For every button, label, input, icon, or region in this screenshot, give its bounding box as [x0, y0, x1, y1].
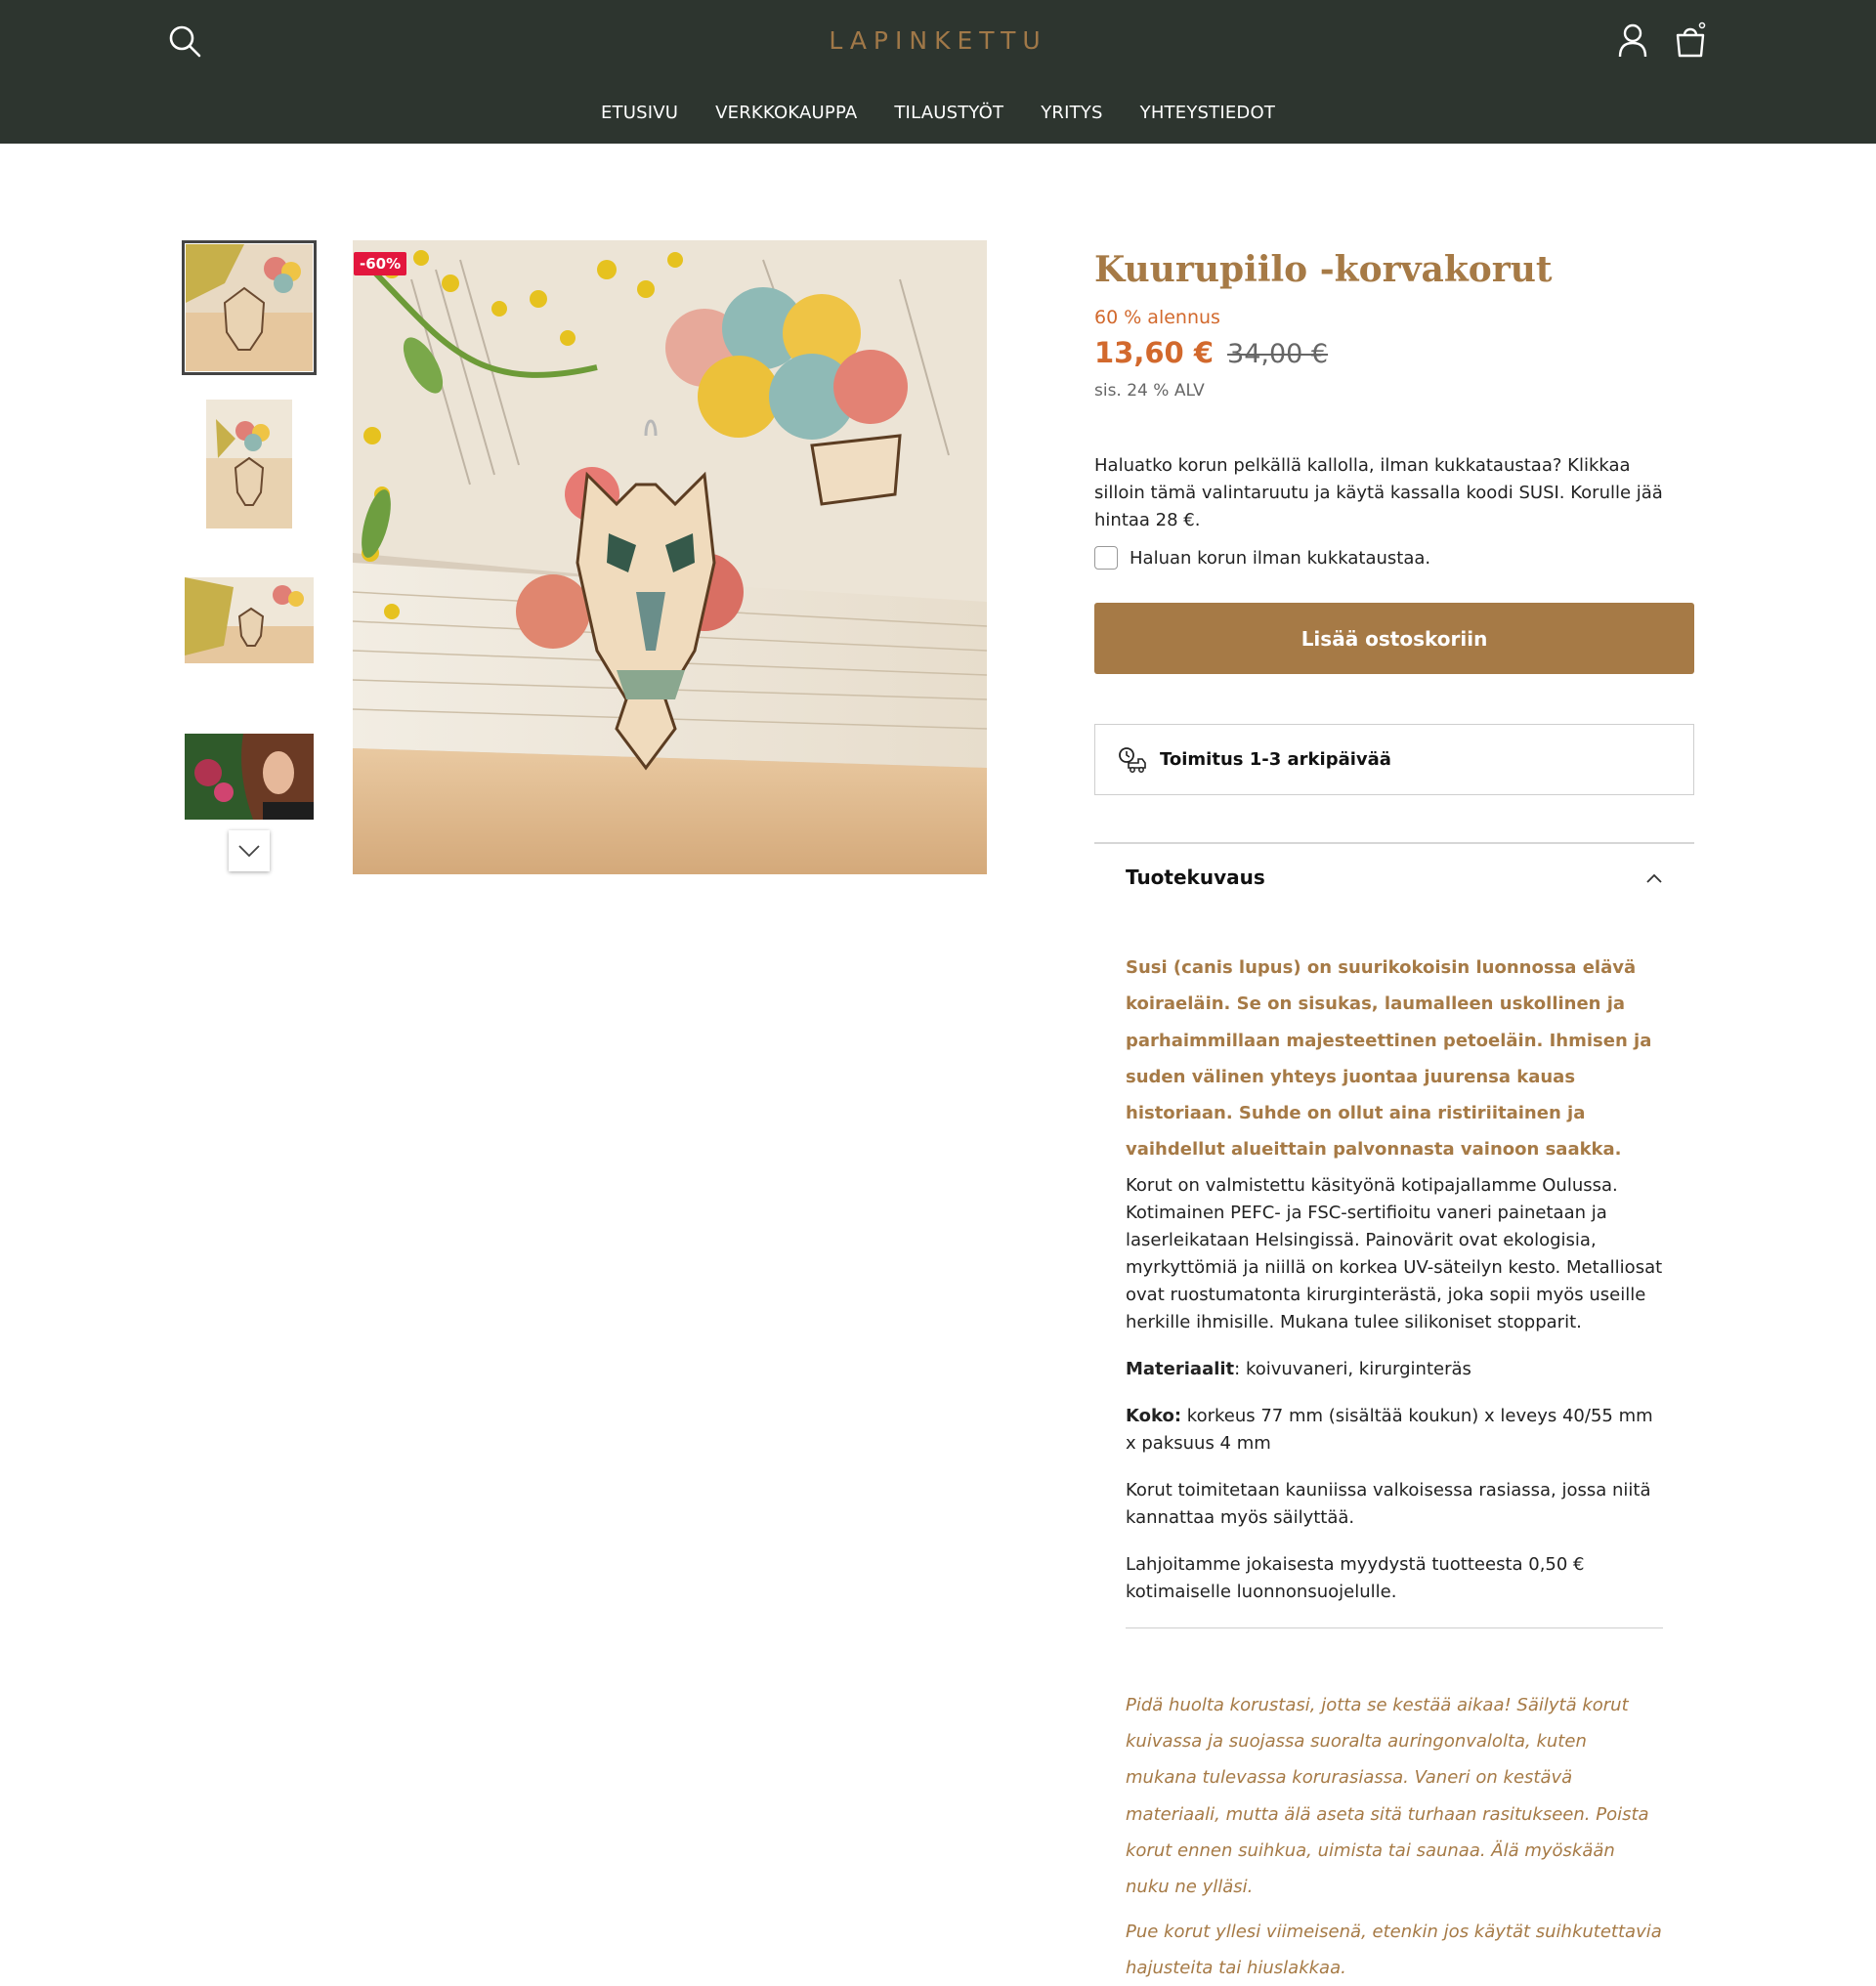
- care-instructions: Pidä huolta korustasi, jotta se kestää a…: [1126, 1694, 1649, 1898]
- search-icon[interactable]: [167, 23, 202, 59]
- delivery-info: Toimitus 1-3 arkipäivää: [1094, 724, 1694, 795]
- no-flower-option[interactable]: Haluan korun ilman kukkataustaa.: [1094, 546, 1430, 570]
- sale-badge: -60%: [354, 252, 407, 275]
- main-product-image[interactable]: [353, 240, 987, 874]
- packaging-paragraph: Korut toimitetaan kauniissa valkoisessa …: [1126, 1479, 1651, 1528]
- sale-price: 13,60 €: [1094, 336, 1215, 369]
- original-price: 34,00 €: [1227, 339, 1329, 369]
- chevron-down-icon: [238, 845, 260, 858]
- thumbnail-1[interactable]: [182, 240, 317, 375]
- delivery-truck-icon: [1117, 745, 1146, 775]
- delivery-text: Toimitus 1-3 arkipäivää: [1160, 749, 1391, 770]
- vat-note: sis. 24 % ALV: [1094, 381, 1205, 401]
- description-accordion-toggle[interactable]: Tuotekuvaus: [1094, 844, 1694, 917]
- no-flower-checkbox-label[interactable]: Haluan korun ilman kukkataustaa.: [1130, 548, 1430, 569]
- donation-paragraph: Lahjoitamme jokaisesta myydystä tuottees…: [1126, 1553, 1585, 1602]
- user-icon[interactable]: [1617, 23, 1648, 59]
- main-nav: ETUSIVU VERKKOKAUPPA TILAUSTYÖT YRITYS Y…: [0, 96, 1876, 131]
- thumbnail-4[interactable]: [182, 709, 317, 844]
- site-header: LAPINKETTU ETUSIVU VERKKOKAUPPA TILAUSTY…: [0, 0, 1876, 144]
- product-title: Kuurupiilo -korvakorut: [1094, 249, 1553, 290]
- chevron-up-icon[interactable]: [1644, 871, 1664, 885]
- no-flower-checkbox[interactable]: [1094, 546, 1118, 570]
- materials-label: Materiaalit: [1126, 1358, 1235, 1379]
- description-heading: Tuotekuvaus: [1126, 866, 1265, 889]
- materials-line: Materiaalit: koivuvaneri, kirurginteräs: [1126, 1356, 1663, 1383]
- shopping-bag-icon[interactable]: [1674, 21, 1707, 59]
- price-row: 13,60 € 34,00 €: [1094, 336, 1328, 369]
- nav-item-tilaustyot[interactable]: TILAUSTYÖT: [894, 96, 1003, 131]
- size-value: korkeus 77 mm (sisältää koukun) x leveys…: [1126, 1405, 1653, 1454]
- product-description: Susi (canis lupus) on suurikokoisin luon…: [1126, 950, 1663, 1986]
- option-description: Haluatko korun pelkällä kallolla, ilman …: [1094, 455, 1663, 530]
- nav-item-etusivu[interactable]: ETUSIVU: [601, 96, 678, 131]
- description-divider: [1126, 1627, 1663, 1628]
- thumbnail-3[interactable]: [182, 553, 317, 688]
- nav-item-yritys[interactable]: YRITYS: [1041, 96, 1102, 131]
- nav-item-verkkokauppa[interactable]: VERKKOKAUPPA: [715, 96, 857, 131]
- discount-label: 60 % alennus: [1094, 307, 1220, 328]
- size-line: Koko: korkeus 77 mm (sisältää koukun) x …: [1126, 1403, 1663, 1458]
- add-to-cart-button[interactable]: Lisää ostoskoriin: [1094, 603, 1694, 674]
- thumbnail-2[interactable]: [182, 397, 317, 531]
- brand-logo[interactable]: LAPINKETTU: [743, 21, 1133, 61]
- care-instructions-2: Pue korut yllesi viimeisenä, etenkin jos…: [1126, 1921, 1662, 1978]
- description-lead: Susi (canis lupus) on suurikokoisin luon…: [1126, 957, 1652, 1161]
- thumbnail-scroll-down[interactable]: [229, 830, 270, 871]
- nav-item-yhteystiedot[interactable]: YHTEYSTIEDOT: [1140, 96, 1275, 131]
- size-label: Koko:: [1126, 1405, 1182, 1426]
- description-paragraph: Korut on valmistettu käsityönä kotipajal…: [1126, 1174, 1663, 1332]
- materials-value: : koivuvaneri, kirurginteräs: [1234, 1358, 1471, 1379]
